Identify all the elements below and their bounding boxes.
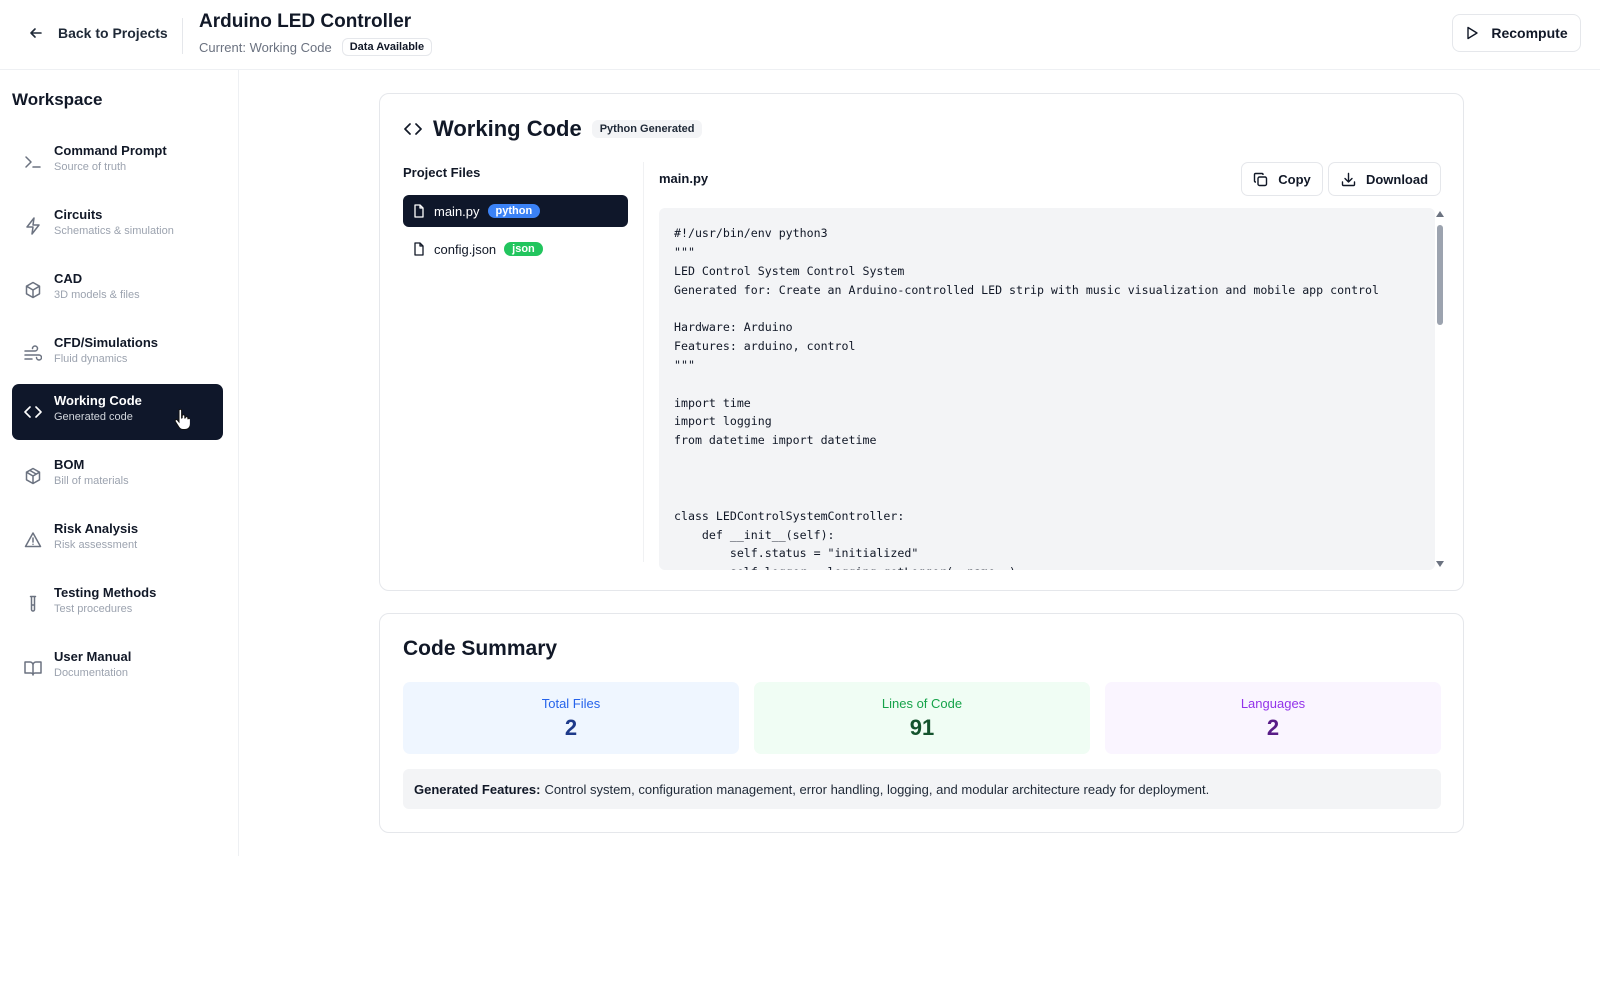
sidebar-item-desc: Generated code — [54, 411, 133, 423]
book-icon — [24, 659, 42, 677]
sidebar-item-user-manual[interactable]: User Manual Documentation — [12, 640, 223, 696]
back-to-projects-link[interactable]: Back to Projects — [28, 18, 168, 48]
copy-label: Copy — [1278, 171, 1311, 187]
sidebar-item-command-prompt[interactable]: Command Prompt Source of truth — [12, 134, 223, 190]
total-files-stat: Total Files 2 — [403, 682, 739, 754]
test-tube-icon — [24, 595, 42, 613]
sidebar-item-desc: Risk assessment — [54, 539, 138, 551]
sidebar-item-testing-methods[interactable]: Testing Methods Test procedures — [12, 576, 223, 632]
file-name: main.py — [434, 203, 480, 219]
sidebar: Workspace Command Prompt Source of truth… — [0, 70, 239, 856]
package-icon — [24, 467, 42, 485]
file-name: config.json — [434, 241, 497, 257]
project-title: Arduino LED Controller — [199, 11, 412, 32]
copy-icon — [1254, 172, 1268, 186]
stat-label: Total Files — [541, 696, 601, 711]
working-code-card: Working Code Python Generated Project Fi… — [379, 93, 1464, 591]
files-divider — [643, 162, 644, 562]
sidebar-title: Workspace — [12, 90, 103, 109]
features-text: Control system, configuration management… — [544, 781, 1210, 797]
sidebar-item-desc: Documentation — [54, 667, 128, 679]
sidebar-item-desc: Schematics & simulation — [54, 225, 174, 237]
sidebar-item-desc: Test procedures — [54, 603, 133, 615]
copy-button[interactable]: Copy — [1241, 162, 1323, 196]
status-badge: Data Available — [341, 38, 433, 56]
arrow-left-icon — [30, 28, 42, 38]
sidebar-item-cfd-simulations[interactable]: CFD/Simulations Fluid dynamics — [12, 326, 223, 382]
sidebar-item-label: Command Prompt — [54, 143, 167, 158]
code-summary-title: Code Summary — [403, 637, 558, 660]
working-code-header: Working Code Python Generated — [403, 116, 703, 142]
stat-label: Lines of Code — [881, 696, 963, 711]
sidebar-item-desc: Bill of materials — [54, 475, 129, 487]
code-icon — [24, 403, 42, 421]
terminal-icon — [24, 153, 42, 171]
scroll-up-icon[interactable] — [1436, 211, 1444, 217]
cube-icon — [24, 281, 42, 299]
project-subtitle: Current: Working Code Data Available — [199, 38, 433, 56]
download-label: Download — [1365, 171, 1429, 187]
warning-icon — [24, 531, 42, 549]
sidebar-item-risk-analysis[interactable]: Risk Analysis Risk assessment — [12, 512, 223, 568]
stat-label: Languages — [1240, 696, 1306, 711]
sidebar-item-cad[interactable]: CAD 3D models & files — [12, 262, 223, 318]
code-icon — [404, 123, 422, 135]
current-view-label: Current: Working Code — [199, 39, 332, 55]
sidebar-item-label: BOM — [54, 457, 85, 472]
project-files-title: Project Files — [403, 165, 481, 180]
sidebar-item-label: CAD — [54, 271, 83, 286]
download-icon — [1341, 172, 1356, 186]
code-scrollbar[interactable] — [1434, 208, 1446, 570]
selected-file-name: main.py — [659, 171, 709, 186]
recompute-label: Recompute — [1491, 25, 1568, 41]
hand-cursor-icon — [174, 409, 190, 430]
stat-value: 2 — [564, 715, 578, 740]
sidebar-item-circuits[interactable]: Circuits Schematics & simulation — [12, 198, 223, 254]
sidebar-item-label: User Manual — [54, 649, 132, 664]
sidebar-item-desc: 3D models & files — [54, 289, 140, 301]
header-divider — [182, 18, 183, 54]
features-label: Generated Features: — [414, 781, 541, 797]
code-editor[interactable]: #!/usr/bin/env python3 """ LED Control S… — [659, 208, 1435, 570]
languages-stat: Languages 2 — [1105, 682, 1441, 754]
code-content: #!/usr/bin/env python3 """ LED Control S… — [674, 226, 1379, 570]
file-icon — [414, 242, 424, 256]
generated-badge: Python Generated — [591, 120, 703, 138]
stat-value: 2 — [1266, 715, 1280, 740]
sidebar-item-bom[interactable]: BOM Bill of materials — [12, 448, 223, 504]
sidebar-item-label: Risk Analysis — [54, 521, 139, 536]
generated-features: Generated Features: Control system, conf… — [403, 769, 1441, 809]
sidebar-item-desc: Source of truth — [54, 161, 127, 173]
lightning-icon — [24, 217, 42, 235]
top-header: Back to Projects Arduino LED Controller … — [0, 0, 1600, 70]
play-icon — [1467, 26, 1479, 40]
scrollbar-thumb[interactable] — [1437, 225, 1443, 325]
file-item-main-py[interactable]: main.py python — [403, 195, 628, 227]
file-item-config-json[interactable]: config.json json — [403, 233, 628, 265]
stat-value: 91 — [909, 715, 935, 740]
sidebar-item-label: Circuits — [54, 207, 103, 222]
code-summary-card: Code Summary Total Files 2 Lines of Code… — [379, 613, 1464, 833]
download-button[interactable]: Download — [1328, 162, 1441, 196]
recompute-button[interactable]: Recompute — [1452, 14, 1581, 52]
working-code-title: Working Code — [433, 116, 582, 141]
scroll-down-icon[interactable] — [1436, 561, 1444, 567]
file-icon — [414, 204, 424, 218]
sidebar-item-label: CFD/Simulations — [54, 335, 159, 350]
sidebar-item-desc: Fluid dynamics — [54, 353, 128, 365]
lines-of-code-stat: Lines of Code 91 — [754, 682, 1090, 754]
back-label: Back to Projects — [58, 25, 168, 41]
sidebar-item-label: Testing Methods — [54, 585, 157, 600]
language-badge: python — [487, 204, 541, 218]
language-badge: json — [504, 242, 543, 256]
wind-icon — [24, 345, 43, 363]
sidebar-item-label: Working Code — [54, 393, 142, 408]
sidebar-item-working-code[interactable]: Working Code Generated code — [12, 384, 223, 440]
